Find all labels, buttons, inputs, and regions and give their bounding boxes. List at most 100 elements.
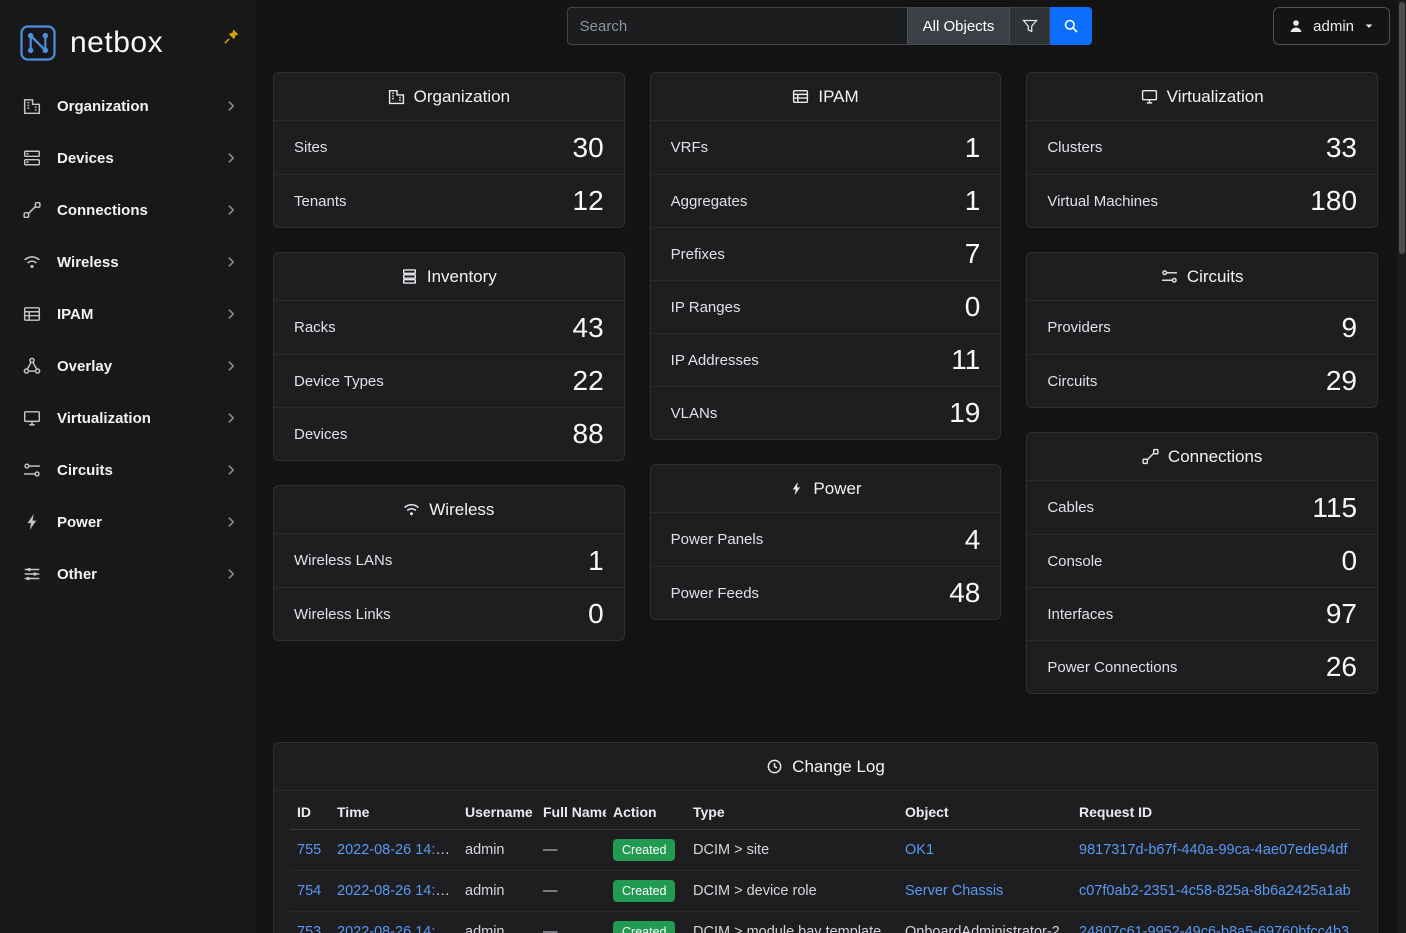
card-title: Connections: [1168, 447, 1263, 467]
changelog-row: 754 2022-08-26 14:17 admin — Created DCI…: [290, 871, 1361, 912]
wifi-icon: [20, 251, 44, 273]
search-button[interactable]: [1050, 7, 1092, 45]
chevron-right-icon: [224, 411, 238, 425]
stat-row: Interfaces 97: [1027, 587, 1377, 640]
stat-row: Wireless LANs 1: [274, 534, 624, 587]
object-scope-button[interactable]: All Objects: [907, 7, 1011, 45]
search-group: All Objects: [567, 7, 1093, 45]
change-id-link[interactable]: 754: [297, 883, 321, 899]
pin-sidebar-icon[interactable]: [223, 28, 240, 45]
stat-value: 12: [573, 185, 604, 217]
stat-label: Wireless LANs: [294, 552, 392, 569]
user-menu-button[interactable]: admin: [1273, 7, 1390, 45]
change-id-link[interactable]: 753: [297, 924, 321, 933]
stat-label: Sites: [294, 139, 327, 156]
cable-icon: [20, 199, 44, 221]
stat-row: Providers 9: [1027, 301, 1377, 354]
change-time-link[interactable]: 2022-08-26 14:17: [337, 883, 452, 899]
chevron-right-icon: [224, 463, 238, 477]
card-title: Circuits: [1187, 267, 1244, 287]
stat-row: Aggregates 1: [651, 174, 1001, 227]
sidebar-item-label: Other: [57, 566, 224, 583]
sidebar-item-wireless[interactable]: Wireless: [0, 236, 254, 288]
dashboard-column-2: IPAM VRFs 1 Aggregates 1 Prefixes 7: [650, 72, 1002, 620]
sidebar-item-other[interactable]: Other: [0, 548, 254, 600]
sidebar-item-label: Wireless: [57, 254, 224, 271]
sidebar-item-ipam[interactable]: IPAM: [0, 288, 254, 340]
sidebar-item-virtualization[interactable]: Virtualization: [0, 392, 254, 444]
card-title: Virtualization: [1167, 87, 1264, 107]
stat-row: Virtual Machines 180: [1027, 174, 1377, 227]
stat-label: Racks: [294, 319, 336, 336]
stat-row: VRFs 1: [651, 121, 1001, 174]
change-id-link[interactable]: 755: [297, 842, 321, 858]
change-type: DCIM > device role: [686, 871, 898, 912]
change-type: DCIM > site: [686, 830, 898, 871]
change-request-id-link[interactable]: 9817317d-b67f-440a-99ca-4ae07ede94df: [1079, 842, 1347, 858]
stat-row: Circuits 29: [1027, 354, 1377, 407]
search-input[interactable]: [567, 7, 907, 45]
stat-value: 97: [1326, 598, 1357, 630]
stat-label: Device Types: [294, 373, 384, 390]
card-ipam: IPAM VRFs 1 Aggregates 1 Prefixes 7: [650, 72, 1002, 440]
stat-label: VLANs: [671, 405, 718, 422]
stat-value: 22: [573, 365, 604, 397]
building-icon: [388, 88, 405, 105]
dashboard-columns: Organization Sites 30 Tenants 12: [273, 72, 1378, 694]
page-scrollbar[interactable]: [1398, 0, 1406, 933]
change-request-id-link[interactable]: c07f0ab2-2351-4c58-825a-8b6a2425a1ab: [1079, 883, 1351, 899]
col-header-object: Object: [898, 793, 1072, 830]
caret-down-icon: [1363, 20, 1375, 32]
change-object: OnboardAdministrator-2: [898, 912, 1072, 933]
change-object-link[interactable]: Server Chassis: [905, 883, 1003, 899]
change-username: admin: [458, 871, 536, 912]
bolt-icon: [789, 481, 804, 496]
change-full-name: —: [536, 912, 606, 933]
stat-row: IP Addresses 11: [651, 333, 1001, 386]
sidebar-item-label: Organization: [57, 98, 224, 115]
sidebar: netbox Organization: [0, 0, 255, 933]
stat-row: Power Feeds 48: [651, 566, 1001, 619]
chevron-right-icon: [224, 515, 238, 529]
stat-value: 29: [1326, 365, 1357, 397]
chevron-right-icon: [224, 359, 238, 373]
card-header: Circuits: [1027, 253, 1377, 301]
change-object-link[interactable]: OK1: [905, 842, 934, 858]
stat-label: Power Connections: [1047, 659, 1177, 676]
stat-label: Wireless Links: [294, 606, 391, 623]
chevron-right-icon: [224, 99, 238, 113]
card-wireless: Wireless Wireless LANs 1 Wireless Links …: [273, 485, 625, 641]
sidebar-item-label: IPAM: [57, 306, 224, 323]
netbox-dashboard: { "brand": { "name": "netbox" }, "topbar…: [0, 0, 1406, 933]
stat-value: 0: [965, 291, 981, 323]
filter-button[interactable]: [1010, 7, 1050, 45]
transit-icon: [20, 459, 44, 481]
sidebar-item-label: Circuits: [57, 462, 224, 479]
monitor-icon: [20, 407, 44, 429]
stat-row: IP Ranges 0: [651, 280, 1001, 333]
sidebar-item-connections[interactable]: Connections: [0, 184, 254, 236]
card-title: Change Log: [792, 757, 885, 777]
change-request-id-link[interactable]: 24807c61-9952-49c6-b8a5-69760bfcc4b3: [1079, 924, 1349, 933]
dashboard-column-1: Organization Sites 30 Tenants 12: [273, 72, 625, 641]
brand[interactable]: netbox: [0, 0, 254, 80]
sidebar-item-power[interactable]: Power: [0, 496, 254, 548]
stat-row: Power Panels 4: [651, 513, 1001, 566]
dashboard-column-3: Virtualization Clusters 33 Virtual Machi…: [1026, 72, 1378, 694]
stat-label: Clusters: [1047, 139, 1102, 156]
change-time-link[interactable]: 2022-08-26 14:15: [337, 924, 452, 933]
card-header: Wireless: [274, 486, 624, 534]
stat-label: IP Ranges: [671, 299, 741, 316]
change-full-name: —: [536, 830, 606, 871]
change-type: DCIM > module bay template: [686, 912, 898, 933]
sidebar-item-devices[interactable]: Devices: [0, 132, 254, 184]
person-icon: [1288, 18, 1304, 34]
chevron-right-icon: [224, 567, 238, 581]
scrollbar-thumb[interactable]: [1399, 2, 1405, 254]
stat-row: Sites 30: [274, 121, 624, 174]
sidebar-item-organization[interactable]: Organization: [0, 80, 254, 132]
sidebar-item-circuits[interactable]: Circuits: [0, 444, 254, 496]
sidebar-item-overlay[interactable]: Overlay: [0, 340, 254, 392]
change-time-link[interactable]: 2022-08-26 14:22: [337, 842, 452, 858]
card-header: Change Log: [274, 743, 1377, 791]
